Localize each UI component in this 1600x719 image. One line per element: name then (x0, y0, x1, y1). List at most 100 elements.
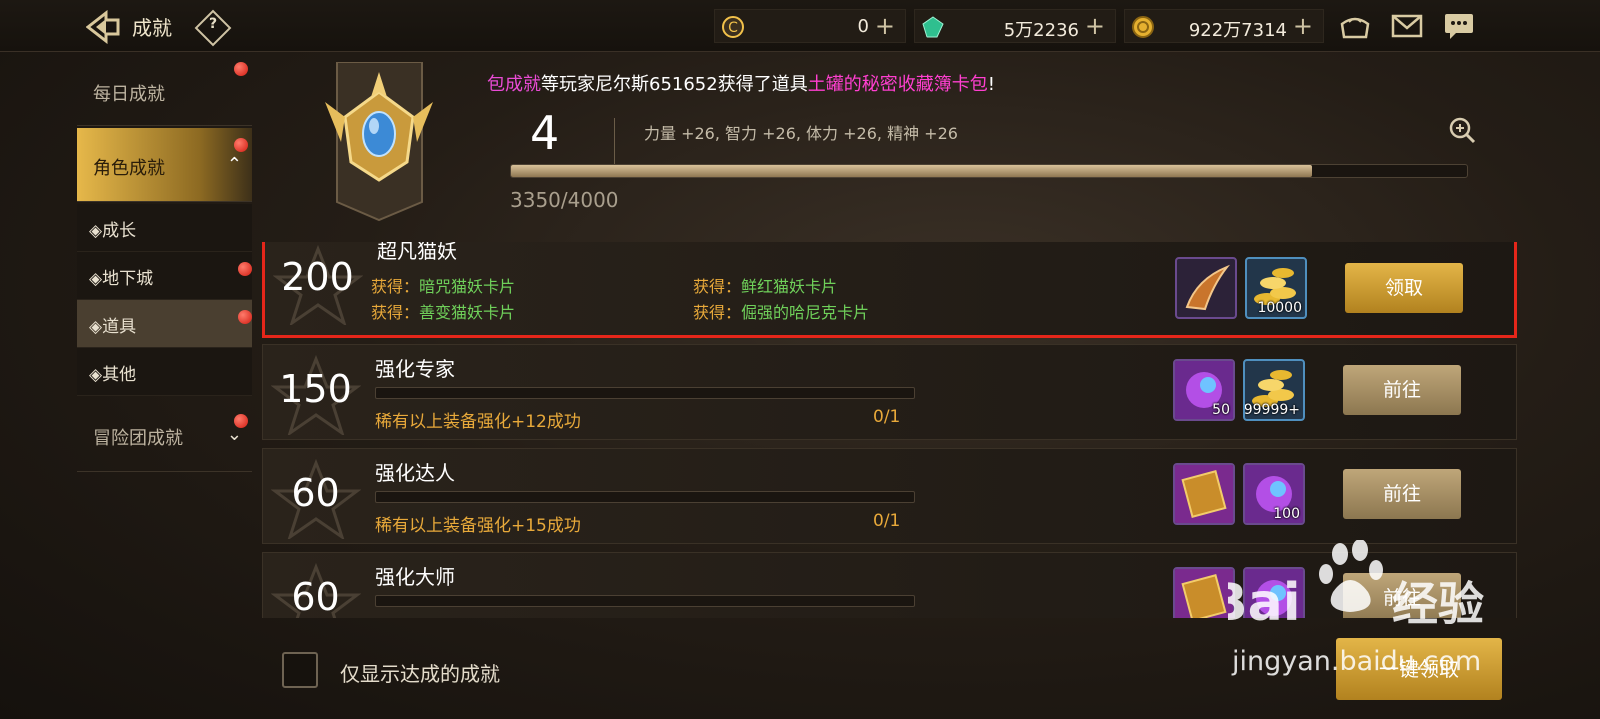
reward-count: 10000 (1257, 300, 1302, 316)
notification-dot (238, 262, 252, 276)
sidebar-item-dungeon[interactable]: ◈地下城 (77, 252, 252, 300)
achievement-progress: 0/1 (873, 511, 901, 531)
page-title: 成就 (132, 16, 172, 40)
gain-item: 倔强的哈尼克卡片 (741, 303, 870, 322)
zoom-in-icon[interactable] (1448, 116, 1476, 144)
achievement-points: 200 (281, 255, 354, 299)
notification-dot (234, 62, 248, 76)
sidebar-item-label: 冒险团成就 (93, 428, 183, 449)
achievement-row: 60 强化大师 前往 (262, 552, 1517, 618)
sidebar-item-adventure[interactable]: 冒险团成就 ⌄ (77, 398, 252, 472)
currency-gem: 5万2236 + (914, 9, 1116, 43)
achievement-level: 4 (530, 106, 560, 160)
reward-count: 50 (1212, 402, 1230, 418)
gain-line: 获得：暗咒猫妖卡片 (371, 273, 515, 297)
mail-icon[interactable] (1390, 12, 1424, 40)
top-bar: 成就 ? C 0 + 5万2236 + 922万7314 + (0, 0, 1600, 52)
achievement-points: 150 (279, 367, 352, 411)
sidebar-item-label: 角色成就 (93, 158, 165, 179)
ticker-end: ! (987, 74, 995, 95)
ticker-item: 土罐的秘密收藏簿卡包 (807, 74, 988, 95)
sidebar-item-label: ◈道具 (89, 317, 137, 337)
achievement-screen: 成就 ? C 0 + 5万2236 + 922万7314 + 每日成就 角色成就… (0, 0, 1600, 719)
gain-line: 获得：鲜红猫妖卡片 (693, 273, 837, 297)
reward-slot[interactable]: 50 (1173, 359, 1235, 421)
go-button[interactable]: 前往 (1343, 469, 1461, 519)
divider (614, 118, 615, 164)
scroll-icon (1175, 569, 1233, 618)
sidebar-item-items[interactable]: ◈道具 (77, 300, 252, 348)
achievement-points: 60 (291, 471, 340, 515)
go-button[interactable]: 前往 (1343, 365, 1461, 415)
chevron-up-icon: ⌃ (226, 154, 242, 175)
reward-slot[interactable]: 10000 (1245, 257, 1307, 319)
achievement-medal-icon (325, 62, 433, 222)
scroll-icon (1175, 465, 1233, 523)
sidebar-item-label: ◈成长 (89, 221, 137, 241)
achievement-row: 150 强化专家 稀有以上装备强化+12成功 0/1 50 99999+ 前往 (262, 344, 1517, 440)
gain-item: 暗咒猫妖卡片 (419, 277, 516, 296)
sidebar-item-label: 每日成就 (93, 84, 165, 105)
achievement-progress: 0/1 (873, 407, 901, 427)
gain-label: 获得： (371, 303, 420, 322)
gain-line: 获得：倔强的哈尼克卡片 (693, 299, 869, 323)
sidebar-item-growth[interactable]: ◈成长 (77, 204, 252, 252)
reward-slot[interactable]: 99999+ (1243, 359, 1305, 421)
c-coin-value: 0 (857, 16, 869, 37)
sidebar-item-daily[interactable]: 每日成就 (77, 62, 252, 126)
reward-slot[interactable]: 100 (1243, 463, 1305, 525)
claw-item-icon (1185, 264, 1231, 311)
back-arrow-icon[interactable] (86, 10, 120, 44)
reward-count: 99999+ (1243, 402, 1300, 418)
reward-slot[interactable] (1175, 257, 1237, 319)
chat-icon[interactable] (1442, 12, 1476, 40)
gain-label: 获得： (371, 277, 420, 296)
claim-button[interactable]: 领取 (1345, 263, 1463, 313)
achievement-name: 强化大师 (375, 565, 455, 589)
add-c-coin-button[interactable]: + (875, 12, 895, 40)
notification-dot (238, 310, 252, 324)
gold-value: 922万7314 (1188, 20, 1287, 41)
show-completed-checkbox[interactable] (282, 652, 318, 688)
notification-dot (234, 414, 248, 428)
achievement-list[interactable]: 200 超凡猫妖 获得：暗咒猫妖卡片 获得：鲜红猫妖卡片 获得：善变猫妖卡片 获… (262, 242, 1517, 618)
orb-icon (1245, 569, 1303, 618)
reward-slot[interactable] (1173, 567, 1235, 618)
reward-slot[interactable] (1243, 567, 1305, 618)
add-gold-button[interactable]: + (1293, 12, 1313, 40)
gain-label: 获得： (693, 303, 742, 322)
level-progress-fill (511, 165, 1312, 177)
stat-bonus-text: 力量 +26, 智力 +26, 体力 +26, 精神 +26 (644, 124, 958, 143)
broadcast-ticker: 包成就等玩家尼尔斯651652获得了道具土罐的秘密收藏簿卡包! (487, 70, 995, 96)
notification-dot (234, 138, 248, 152)
achievement-condition: 稀有以上装备强化+12成功 (375, 412, 581, 432)
sidebar-item-label: ◈其他 (89, 365, 137, 385)
watermark-url: jingyan.baidu.com (1232, 646, 1482, 677)
show-completed-label: 仅显示达成的成就 (340, 662, 500, 686)
shop-bag-icon[interactable] (1338, 12, 1372, 40)
achievement-row: 60 强化达人 稀有以上装备强化+15成功 0/1 100 前往 (262, 448, 1517, 544)
gain-line: 获得：善变猫妖卡片 (371, 299, 515, 323)
achievement-condition: 稀有以上装备强化+15成功 (375, 516, 581, 536)
achievement-name: 强化专家 (375, 357, 455, 381)
gain-item: 鲜红猫妖卡片 (741, 277, 838, 296)
gem-value: 5万2236 (1003, 20, 1079, 41)
achievement-progress-bar (375, 387, 915, 399)
sidebar-item-label: ◈地下城 (89, 269, 154, 289)
add-gem-button[interactable]: + (1085, 12, 1105, 40)
sidebar-item-character[interactable]: 角色成就 ⌃ (77, 128, 252, 202)
go-button[interactable]: 前往 (1343, 573, 1461, 618)
achievement-progress-bar (375, 595, 915, 607)
achievement-points: 60 (291, 575, 340, 618)
achievement-row: 200 超凡猫妖 获得：暗咒猫妖卡片 获得：鲜红猫妖卡片 获得：善变猫妖卡片 获… (262, 242, 1517, 338)
help-icon[interactable]: ? (194, 9, 232, 47)
level-progress-text: 3350/4000 (510, 188, 619, 212)
gold-coin-icon (1132, 16, 1154, 38)
gain-item: 善变猫妖卡片 (419, 303, 516, 322)
svg-text:C: C (728, 20, 738, 36)
ticker-text: 等玩家尼尔斯651652获得了道具 (541, 74, 808, 95)
achievement-progress-bar (375, 491, 915, 503)
achievement-level-banner: 包成就等玩家尼尔斯651652获得了道具土罐的秘密收藏簿卡包! 4 力量 +26… (262, 62, 1522, 222)
reward-slot[interactable] (1173, 463, 1235, 525)
sidebar-item-other[interactable]: ◈其他 (77, 348, 252, 396)
